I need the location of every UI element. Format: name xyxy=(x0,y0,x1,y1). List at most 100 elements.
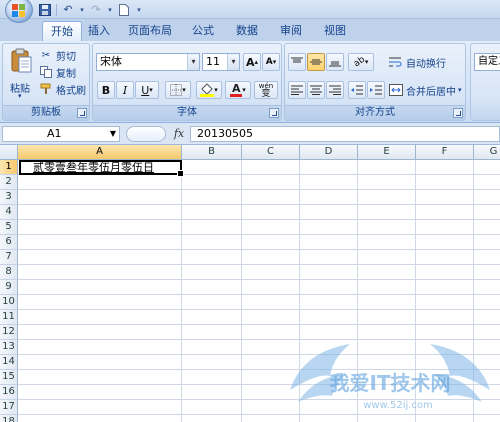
tab-view[interactable]: 视图 xyxy=(318,21,352,41)
row-header-3[interactable]: 3 xyxy=(0,190,18,205)
decrease-indent-button[interactable] xyxy=(348,81,366,99)
grow-font-button[interactable]: A ▴ xyxy=(243,53,261,71)
font-launcher-icon[interactable] xyxy=(269,108,279,118)
row-header-4[interactable]: 4 xyxy=(0,205,18,220)
format-painter-button[interactable]: 格式刷 xyxy=(39,81,86,97)
orientation-icon: ab xyxy=(351,54,367,70)
cut-button[interactable]: ✂ 剪切 xyxy=(39,47,76,63)
clipboard-launcher-icon[interactable] xyxy=(77,108,87,118)
wrap-text-button[interactable]: 自动换行 xyxy=(389,54,446,70)
formula-collapse-slot xyxy=(126,126,166,142)
row-header-16[interactable]: 16 xyxy=(0,385,18,400)
undo-icon[interactable]: ↶ xyxy=(61,3,75,17)
row-header-9[interactable]: 9 xyxy=(0,280,18,295)
merge-center-icon xyxy=(389,83,403,97)
merge-center-label: 合并后居中 xyxy=(406,86,456,98)
row-gridline xyxy=(18,234,500,235)
insert-function-icon[interactable]: fx xyxy=(170,126,188,142)
column-gridline xyxy=(299,160,300,422)
tab-page-layout[interactable]: 页面布局 xyxy=(122,21,178,41)
save-icon[interactable] xyxy=(38,3,52,17)
undo-dropdown-icon[interactable]: ▾ xyxy=(79,3,85,17)
name-box[interactable]: A1 ▼ xyxy=(2,126,120,142)
column-header-b[interactable]: B xyxy=(182,145,242,160)
align-right-button[interactable] xyxy=(326,81,344,99)
paste-button[interactable]: 粘贴 ▾ xyxy=(6,46,36,102)
merge-center-button[interactable]: 合并后居中 ▾ xyxy=(389,82,462,98)
chevron-down-icon: ▼ xyxy=(109,129,117,138)
align-middle-button[interactable] xyxy=(307,53,325,71)
font-color-button[interactable]: A ▾ xyxy=(225,81,251,99)
row-header-17[interactable]: 17 xyxy=(0,400,18,415)
number-format-value: 自定义 xyxy=(478,56,500,67)
underline-icon: U xyxy=(141,83,150,97)
bold-button[interactable]: B xyxy=(97,81,115,99)
font-size-value: 11 xyxy=(206,55,220,68)
alignment-launcher-icon[interactable] xyxy=(453,108,463,118)
column-header-a[interactable]: A xyxy=(18,145,182,160)
row-header-5[interactable]: 5 xyxy=(0,220,18,235)
align-bottom-button[interactable] xyxy=(326,53,344,71)
column-header-f[interactable]: F xyxy=(416,145,474,160)
column-gridline xyxy=(415,160,416,422)
borders-button[interactable]: ▾ xyxy=(165,81,191,99)
tab-home[interactable]: 开始 xyxy=(42,21,82,41)
row-gridline xyxy=(18,264,500,265)
align-right-icon xyxy=(329,85,341,95)
align-top-button[interactable] xyxy=(288,53,306,71)
tab-data[interactable]: 数据 xyxy=(230,21,264,41)
number-format-select[interactable]: 自定义 xyxy=(474,53,500,71)
row-header-13[interactable]: 13 xyxy=(0,340,18,355)
wrap-text-label: 自动换行 xyxy=(406,58,446,70)
copy-icon xyxy=(39,65,53,79)
quick-access-toolbar: ↶ ▾ ↷ ▾ ▾ xyxy=(38,1,143,18)
formula-input[interactable]: 20130505 xyxy=(190,126,500,142)
row-header-12[interactable]: 12 xyxy=(0,325,18,340)
office-button[interactable] xyxy=(2,0,36,23)
underline-button[interactable]: U ▾ xyxy=(135,81,159,99)
fill-color-button[interactable]: ▾ xyxy=(196,81,222,99)
column-header-g[interactable]: G xyxy=(474,145,500,160)
redo-dropdown-icon[interactable]: ▾ xyxy=(107,3,113,17)
column-header-c[interactable]: C xyxy=(242,145,300,160)
row-header-18[interactable]: 18 xyxy=(0,415,18,422)
formula-controls: fx xyxy=(126,126,188,142)
shrink-font-button[interactable]: A ▾ xyxy=(262,53,280,71)
italic-button[interactable]: I xyxy=(116,81,134,99)
row-gridline xyxy=(18,204,500,205)
customize-qat-icon[interactable]: ▾ xyxy=(135,3,143,17)
phonetic-guide-char: 变 xyxy=(261,89,271,99)
row-gridline xyxy=(18,369,500,370)
align-left-button[interactable] xyxy=(288,81,306,99)
grow-font-icon: A xyxy=(245,55,255,69)
column-header-e[interactable]: E xyxy=(358,145,416,160)
row-header-15[interactable]: 15 xyxy=(0,370,18,385)
row-header-6[interactable]: 6 xyxy=(0,235,18,250)
orientation-button[interactable]: ab ▾ xyxy=(348,53,374,71)
increase-indent-button[interactable] xyxy=(367,81,385,99)
row-header-2[interactable]: 2 xyxy=(0,175,18,190)
row-header-11[interactable]: 11 xyxy=(0,310,18,325)
number-group: 自定义 xyxy=(470,43,500,121)
align-center-button[interactable] xyxy=(307,81,325,99)
row-header-7[interactable]: 7 xyxy=(0,250,18,265)
redo-icon[interactable]: ↷ xyxy=(89,3,103,17)
decrease-indent-icon xyxy=(351,85,363,95)
row-header-14[interactable]: 14 xyxy=(0,355,18,370)
worksheet-grid[interactable]: ABCDEFG 1 2 3 4 5 6 7 8 9 10 11 12 13 14 15 16 17 18 贰零壹叁… xyxy=(0,145,500,422)
row-header-1[interactable]: 1 xyxy=(0,160,18,175)
row-header-8[interactable]: 8 xyxy=(0,265,18,280)
tab-review[interactable]: 审阅 xyxy=(274,21,308,41)
tab-formulas[interactable]: 公式 xyxy=(186,21,220,41)
phonetic-guide-button[interactable]: wén 变 xyxy=(254,81,278,99)
chevron-down-icon: ▾ xyxy=(227,54,239,70)
new-document-icon[interactable] xyxy=(117,3,131,17)
tab-insert[interactable]: 插入 xyxy=(82,21,116,41)
font-size-select[interactable]: 11 ▾ xyxy=(202,53,240,71)
copy-button[interactable]: 复制 xyxy=(39,64,76,80)
cell-a1[interactable]: 贰零壹叁年零伍月零伍日 xyxy=(19,160,184,177)
column-header-d[interactable]: D xyxy=(300,145,358,160)
select-all-corner[interactable] xyxy=(0,145,18,160)
row-header-10[interactable]: 10 xyxy=(0,295,18,310)
font-name-select[interactable]: 宋体 ▾ xyxy=(96,53,200,71)
